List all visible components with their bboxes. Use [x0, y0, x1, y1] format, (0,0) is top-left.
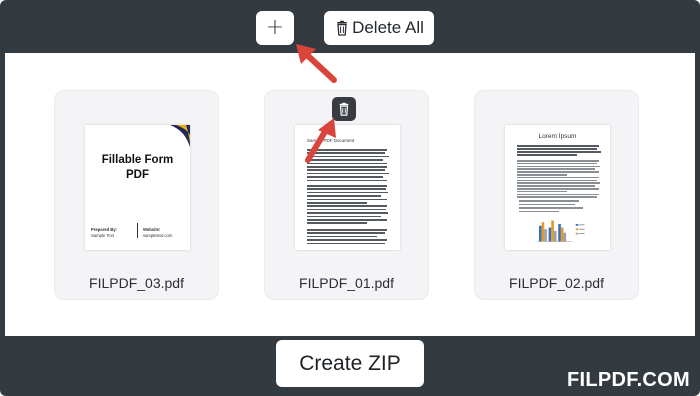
delete-all-button[interactable]: Delete All [324, 11, 434, 45]
thumbnail-text-line [307, 235, 377, 238]
thumbnail-text-line [517, 151, 601, 153]
thumbnail-text-line [519, 200, 579, 202]
thumbnail-text-line [517, 174, 567, 176]
create-zip-button[interactable]: Create ZIP [276, 340, 424, 387]
website-value: sampletext.com [143, 233, 173, 238]
thumbnail-text-line [307, 185, 387, 187]
app-frame: + Delete All Fillable Form PDF Prepared … [0, 0, 700, 396]
card-delete-button[interactable] [332, 97, 356, 121]
thumbnail-text-line [517, 179, 597, 182]
thumbnail-text-line [307, 188, 386, 190]
thumbnail-title: Lorem Ipsum [538, 133, 577, 140]
thumbnail-text-line [307, 149, 387, 151]
thumbnail-text-line [517, 176, 599, 179]
thumbnail-text-line [517, 154, 577, 156]
meta-divider [137, 223, 138, 238]
thumbnail-text-line [307, 229, 387, 231]
thumbnail-text-line [307, 202, 367, 204]
thumbnail-title: Fillable Form PDF [101, 154, 174, 181]
trash-icon [337, 20, 348, 36]
thumbnail-text-line [307, 166, 387, 168]
delete-all-label: Delete All [352, 18, 424, 37]
thumbnail-text-line [307, 195, 381, 197]
thumbnail-text-line [307, 152, 385, 154]
file-card[interactable]: Lorem Ipsum FILPDF_02.pdf [474, 90, 639, 300]
thumbnail-text-line [307, 215, 381, 218]
thumbnail-text-line [307, 169, 385, 171]
thumbnail-text-line [517, 188, 599, 190]
thumbnail-text-line [307, 239, 387, 241]
thumbnail-text-line [307, 172, 389, 175]
file-card[interactable]: Sample PDF Document FILPDF_01.pdf [264, 90, 429, 300]
add-file-button[interactable]: + [256, 11, 294, 45]
prepared-by-value: Sample Text [91, 233, 114, 238]
thumbnail-text-line [517, 145, 599, 147]
thumbnail-meta: Prepared By: Sample Text Website: sample… [91, 223, 184, 239]
thumbnail-text-line [307, 159, 383, 161]
thumbnail-text-line [307, 232, 385, 234]
thumbnail-text-line [517, 185, 595, 187]
thumbnail-text-line [307, 179, 387, 182]
thumbnail-text-line [517, 193, 599, 196]
thumbnail-text-line [517, 165, 600, 168]
thumbnail-text-line [307, 205, 387, 207]
thumbnail-text-line [307, 155, 389, 158]
thumbnail-heading: Sample PDF Document [307, 138, 355, 143]
thumbnail-text-line [307, 212, 388, 214]
thumbnail-text-line [517, 168, 595, 170]
thumbnail-text-line [307, 208, 386, 211]
thumbnail-text-line [307, 242, 385, 245]
thumbnail-text-line [307, 162, 387, 165]
thumbnail-text-line [307, 222, 367, 224]
thumbnail-text-line [517, 190, 567, 193]
thumbnail-text-line [519, 203, 575, 206]
file-name: FILPDF_01.pdf [299, 275, 394, 291]
decorative-corner-icon [170, 125, 190, 147]
thumbnail-text-line [517, 160, 599, 162]
trash-icon [339, 102, 349, 116]
file-name: FILPDF_02.pdf [509, 275, 604, 291]
thumbnail-text-line [519, 210, 559, 213]
file-thumbnail: Fillable Form PDF Prepared By: Sample Te… [85, 125, 190, 250]
thumbnail-chart-icon [537, 220, 585, 242]
file-name: FILPDF_03.pdf [89, 275, 184, 291]
file-card[interactable]: Fillable Form PDF Prepared By: Sample Te… [54, 90, 219, 300]
thumbnail-text-line [307, 176, 383, 178]
thumbnail-text-line [517, 182, 600, 184]
brand-watermark: FILPDF.COM [567, 369, 690, 391]
thumbnail-text-line [307, 219, 387, 221]
thumbnail-text-line [307, 198, 387, 201]
thumbnail-text-line [517, 162, 597, 165]
file-thumbnail: Lorem Ipsum [505, 125, 610, 250]
thumbnail-text-line [519, 207, 583, 209]
thumbnail-text-line [517, 171, 599, 173]
file-thumbnail: Sample PDF Document [295, 125, 400, 250]
thumbnail-text-line [517, 196, 597, 198]
thumbnail-text-line [307, 191, 388, 194]
thumbnail-text-line [517, 148, 597, 150]
plus-icon: + [265, 15, 285, 40]
